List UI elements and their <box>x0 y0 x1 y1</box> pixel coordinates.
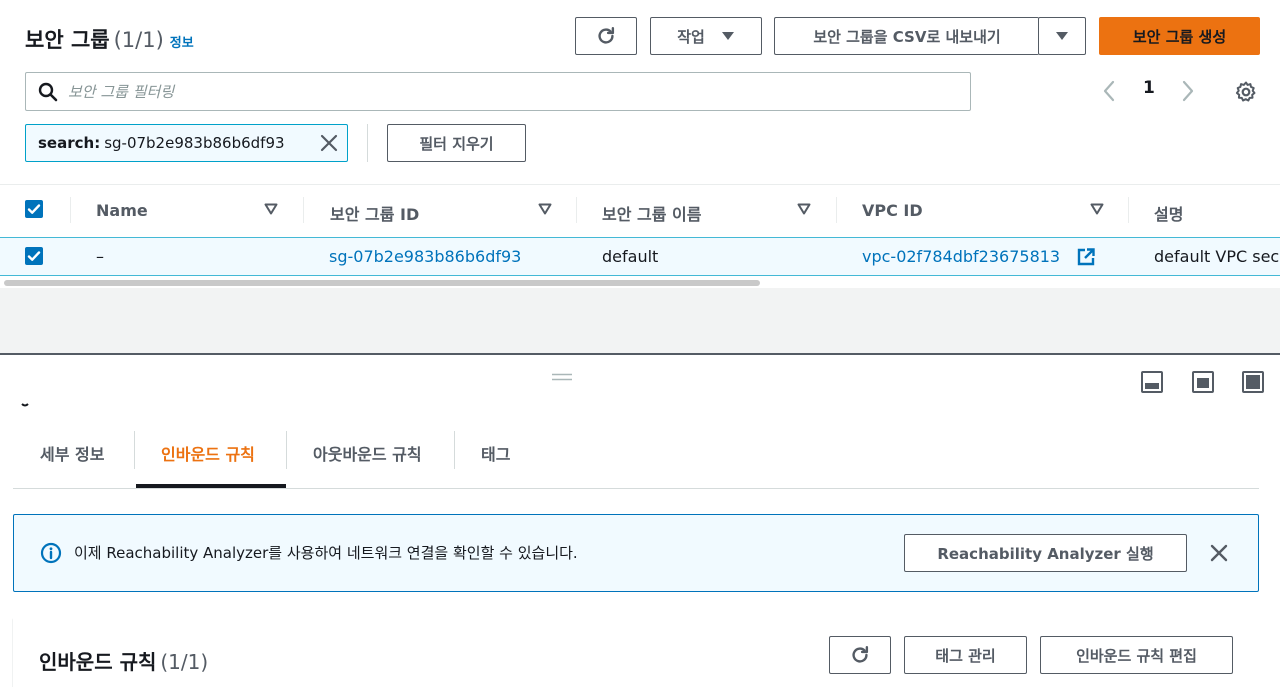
info-flashbar: 이제 Reachability Analyzer를 사용하여 네트워크 연결을 … <box>13 514 1259 592</box>
tab-divider <box>454 431 455 469</box>
split-full-icon[interactable] <box>1242 371 1264 393</box>
tab-outbound-rules[interactable]: 아웃바운드 규칙 <box>313 441 422 465</box>
tab-inbound-rules[interactable]: 인바운드 규칙 <box>161 441 255 465</box>
panel-header-fragment <box>20 393 30 407</box>
run-reachability-analyzer-label: Reachability Analyzer 실행 <box>937 544 1154 563</box>
cell-sg-name: default <box>602 247 659 266</box>
sort-caret-icon[interactable] <box>538 203 552 215</box>
tab-tags[interactable]: 태그 <box>481 441 510 465</box>
edit-inbound-rules-label: 인바운드 규칙 편집 <box>1076 646 1197 665</box>
cell-name: – <box>96 247 104 266</box>
filter-token: search: sg-07b2e983b86b6df93 <box>25 124 348 162</box>
inbound-rules-title-text: 인바운드 규칙 <box>39 650 157 674</box>
split-side-icon[interactable] <box>1192 371 1214 393</box>
page-title: 보안 그룹 (1/1) 정보 <box>25 24 194 54</box>
content-gap <box>0 288 1280 354</box>
checkbox-checked-icon <box>27 251 41 261</box>
column-divider <box>836 197 837 223</box>
manage-tags-button[interactable]: 태그 관리 <box>904 636 1027 674</box>
current-page-number[interactable]: 1 <box>1143 78 1155 98</box>
filter-search-box[interactable] <box>25 72 971 111</box>
checkbox-checked-icon <box>27 204 41 214</box>
details-split-panel: 세부 정보 인바운드 규칙 아웃바운드 규칙 태그 이제 Reachabilit… <box>0 355 1280 687</box>
column-header-sg-name[interactable]: 보안 그룹 이름 <box>602 201 701 225</box>
external-link-icon[interactable] <box>1076 247 1096 267</box>
run-reachability-analyzer-button[interactable]: Reachability Analyzer 실행 <box>904 534 1187 572</box>
inbound-rules-count: (1/1) <box>160 650 209 674</box>
column-divider <box>70 197 71 223</box>
filter-token-value: sg-07b2e983b86b6df93 <box>104 134 285 152</box>
info-icon <box>40 542 62 564</box>
inbound-rules-card: 인바운드 규칙 (1/1) 태그 관리 인바운드 규칙 편집 <box>13 618 1280 687</box>
create-security-group-label: 보안 그룹 생성 <box>1132 27 1227 46</box>
toolbar-divider <box>367 124 368 162</box>
security-groups-table-panel: 보안 그룹 (1/1) 정보 작업 보안 그룹을 CSV로 내보내기 보안 그룹 생… <box>0 0 1280 288</box>
sort-caret-icon[interactable] <box>1090 203 1104 215</box>
search-input[interactable] <box>68 82 948 101</box>
create-security-group-button[interactable]: 보안 그룹 생성 <box>1099 17 1260 55</box>
refresh-inbound-button[interactable] <box>829 636 891 674</box>
flash-message: 이제 Reachability Analyzer를 사용하여 네트워크 연결을 … <box>74 544 578 562</box>
page-title-count: (1/1) <box>113 28 164 52</box>
refresh-icon <box>852 646 869 663</box>
edit-inbound-rules-button[interactable]: 인바운드 규칙 편집 <box>1040 636 1233 674</box>
refresh-button[interactable] <box>575 17 637 55</box>
column-header-description[interactable]: 설명 <box>1154 201 1183 225</box>
export-options-dropdown-button[interactable] <box>1038 17 1086 55</box>
caret-down-icon <box>721 32 734 40</box>
table-header: Name 보안 그룹 ID 보안 그룹 이름 VPC ID 설명 <box>0 184 1280 236</box>
sort-caret-icon[interactable] <box>264 203 278 215</box>
tabs-divider <box>13 488 1259 489</box>
column-divider <box>303 197 304 223</box>
drag-handle-icon[interactable] <box>551 373 573 381</box>
clear-filters-button[interactable]: 필터 지우기 <box>387 124 526 162</box>
clear-filters-label: 필터 지우기 <box>419 134 494 153</box>
table-row[interactable]: – sg-07b2e983b86b6df93 default vpc-02f78… <box>0 237 1280 276</box>
chevron-right-icon[interactable] <box>1181 80 1195 102</box>
chevron-left-icon[interactable] <box>1102 80 1116 102</box>
inbound-rules-container: 인바운드 규칙 (1/1) 태그 관리 인바운드 규칙 편집 <box>13 618 1280 687</box>
cell-sg-id-link[interactable]: sg-07b2e983b86b6df93 <box>329 247 521 266</box>
horizontal-scrollbar[interactable] <box>4 280 760 286</box>
page-title-text: 보안 그룹 <box>25 28 110 52</box>
caret-down-icon <box>1056 32 1068 40</box>
refresh-icon <box>598 27 615 44</box>
cell-vpc-id-link[interactable]: vpc-02f784dbf23675813 <box>862 247 1060 266</box>
split-bottom-icon[interactable] <box>1141 371 1163 393</box>
close-icon[interactable] <box>1209 543 1229 563</box>
export-csv-button[interactable]: 보안 그룹을 CSV로 내보내기 <box>774 17 1039 55</box>
column-header-name[interactable]: Name <box>96 201 148 220</box>
row-checkbox[interactable] <box>25 247 43 265</box>
gear-icon[interactable] <box>1234 80 1258 104</box>
tab-divider <box>286 431 287 469</box>
info-link[interactable]: 정보 <box>170 36 194 51</box>
actions-dropdown-button[interactable]: 작업 <box>650 17 762 55</box>
search-icon <box>38 82 58 101</box>
column-header-sg-id[interactable]: 보안 그룹 ID <box>330 201 419 225</box>
tab-details[interactable]: 세부 정보 <box>40 441 104 465</box>
column-divider <box>1128 197 1129 223</box>
select-all-checkbox[interactable] <box>25 200 43 218</box>
sort-caret-icon[interactable] <box>797 203 811 215</box>
cell-description: default VPC security group <box>1154 247 1280 266</box>
inbound-rules-title: 인바운드 규칙 (1/1) <box>39 646 208 675</box>
column-header-vpc-id[interactable]: VPC ID <box>862 201 923 220</box>
actions-label: 작업 <box>677 27 705 46</box>
filter-token-key: search: <box>38 134 101 152</box>
export-csv-label: 보안 그룹을 CSV로 내보내기 <box>813 27 1001 46</box>
tab-divider <box>134 431 135 469</box>
column-divider <box>576 197 577 223</box>
manage-tags-label: 태그 관리 <box>935 646 996 665</box>
close-icon[interactable] <box>319 133 339 153</box>
